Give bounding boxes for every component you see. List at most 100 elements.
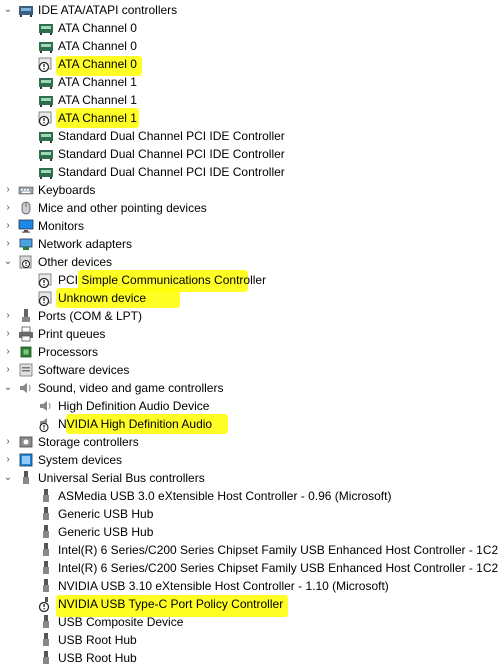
category-label: Ports (COM & LPT) — [38, 309, 143, 323]
device-label: USB Root Hub — [58, 633, 137, 647]
chevron-right-icon[interactable]: › — [3, 343, 13, 361]
device-row[interactable]: Standard Dual Channel PCI IDE Controller — [0, 163, 498, 181]
device-label: ATA Channel 0 — [58, 57, 137, 71]
chevron-down-icon[interactable]: ⌄ — [3, 469, 13, 487]
category-ports[interactable]: › Ports (COM & LPT) — [0, 307, 498, 325]
chevron-down-icon[interactable]: ⌄ — [3, 253, 13, 271]
category-print-queues[interactable]: › Print queues — [0, 325, 498, 343]
device-row[interactable]: Generic USB Hub — [0, 523, 498, 541]
category-monitors[interactable]: › Monitors — [0, 217, 498, 235]
chevron-right-icon[interactable]: › — [3, 325, 13, 343]
category-label: Software devices — [38, 363, 130, 377]
chevron-right-icon[interactable]: › — [3, 433, 13, 451]
device-row[interactable]: NVIDIA High Definition Audio — [0, 415, 498, 433]
ide-channel-icon — [38, 74, 54, 90]
ide-channel-icon — [38, 164, 54, 180]
device-manager-tree: ⌄ IDE ATA/ATAPI controllers ATA Channel … — [0, 0, 498, 665]
usb-icon — [38, 560, 54, 576]
category-label: Other devices — [38, 255, 113, 269]
device-label: Unknown device — [58, 291, 147, 305]
ide-channel-icon — [38, 92, 54, 108]
category-label: Monitors — [38, 219, 85, 233]
usb-icon — [38, 650, 54, 666]
chevron-right-icon[interactable]: › — [3, 199, 13, 217]
device-label: USB Root Hub — [58, 651, 137, 665]
chevron-right-icon[interactable]: › — [3, 307, 13, 325]
usb-icon — [38, 524, 54, 540]
device-label: Generic USB Hub — [58, 507, 154, 521]
printer-icon — [18, 326, 34, 342]
device-row[interactable]: USB Root Hub — [0, 631, 498, 649]
storage-controller-icon — [18, 434, 34, 450]
speaker-icon — [38, 398, 54, 414]
speaker-warning-icon — [38, 416, 54, 432]
device-row[interactable]: ATA Channel 0 — [0, 55, 498, 73]
software-device-icon — [18, 362, 34, 378]
chevron-right-icon[interactable]: › — [3, 217, 13, 235]
device-label: ATA Channel 1 — [58, 93, 137, 107]
category-processors[interactable]: › Processors — [0, 343, 498, 361]
device-label: Standard Dual Channel PCI IDE Controller — [58, 147, 285, 161]
network-adapter-icon — [18, 236, 34, 252]
device-label: ATA Channel 0 — [58, 39, 137, 53]
category-storage[interactable]: › Storage controllers — [0, 433, 498, 451]
category-system[interactable]: › System devices — [0, 451, 498, 469]
category-other-devices[interactable]: ⌄ Other devices — [0, 253, 498, 271]
port-icon — [18, 308, 34, 324]
device-label: NVIDIA High Definition Audio — [58, 417, 213, 431]
device-row[interactable]: Standard Dual Channel PCI IDE Controller — [0, 145, 498, 163]
device-row[interactable]: ASMedia USB 3.0 eXtensible Host Controll… — [0, 487, 498, 505]
device-row[interactable]: USB Composite Device — [0, 613, 498, 631]
unknown-device-warning-icon — [38, 290, 54, 306]
device-label: ASMedia USB 3.0 eXtensible Host Controll… — [58, 489, 392, 503]
ide-channel-icon — [38, 146, 54, 162]
device-label: PCI Simple Communications Controller — [58, 273, 267, 287]
usb-icon — [38, 614, 54, 630]
device-label: ATA Channel 1 — [58, 111, 137, 125]
device-row[interactable]: ATA Channel 1 — [0, 91, 498, 109]
device-row[interactable]: Standard Dual Channel PCI IDE Controller — [0, 127, 498, 145]
unknown-device-warning-icon — [38, 56, 54, 72]
device-row[interactable]: ATA Channel 1 — [0, 109, 498, 127]
ide-channel-icon — [38, 128, 54, 144]
device-row[interactable]: ATA Channel 0 — [0, 37, 498, 55]
device-row[interactable]: NVIDIA USB Type-C Port Policy Controller — [0, 595, 498, 613]
device-label: High Definition Audio Device — [58, 399, 210, 413]
device-label: Standard Dual Channel PCI IDE Controller — [58, 129, 285, 143]
category-mice[interactable]: › Mice and other pointing devices — [0, 199, 498, 217]
ide-channel-icon — [38, 38, 54, 54]
category-label: Universal Serial Bus controllers — [38, 471, 205, 485]
chevron-down-icon[interactable]: ⌄ — [3, 1, 13, 19]
device-row[interactable]: Intel(R) 6 Series/C200 Series Chipset Fa… — [0, 541, 498, 559]
category-label: Mice and other pointing devices — [38, 201, 207, 215]
device-row[interactable]: USB Root Hub — [0, 649, 498, 667]
category-software-devices[interactable]: › Software devices — [0, 361, 498, 379]
device-label: ATA Channel 0 — [58, 21, 137, 35]
category-sound[interactable]: ⌄ Sound, video and game controllers — [0, 379, 498, 397]
other-devices-icon — [18, 254, 34, 270]
device-row[interactable]: PCI Simple Communications Controller — [0, 271, 498, 289]
category-usb[interactable]: ⌄ Universal Serial Bus controllers — [0, 469, 498, 487]
chevron-right-icon[interactable]: › — [3, 451, 13, 469]
chevron-right-icon[interactable]: › — [3, 361, 13, 379]
device-row[interactable]: ATA Channel 0 — [0, 19, 498, 37]
chevron-right-icon[interactable]: › — [3, 181, 13, 199]
usb-warning-icon — [38, 596, 54, 612]
category-ide[interactable]: ⌄ IDE ATA/ATAPI controllers — [0, 1, 498, 19]
category-network[interactable]: › Network adapters — [0, 235, 498, 253]
device-label: Standard Dual Channel PCI IDE Controller — [58, 165, 285, 179]
chevron-right-icon[interactable]: › — [3, 235, 13, 253]
device-row[interactable]: Intel(R) 6 Series/C200 Series Chipset Fa… — [0, 559, 498, 577]
speaker-icon — [18, 380, 34, 396]
device-row[interactable]: ATA Channel 1 — [0, 73, 498, 91]
device-row[interactable]: Unknown device — [0, 289, 498, 307]
chevron-down-icon[interactable]: ⌄ — [3, 379, 13, 397]
category-label: Sound, video and game controllers — [38, 381, 224, 395]
device-row[interactable]: NVIDIA USB 3.10 eXtensible Host Controll… — [0, 577, 498, 595]
category-label: Network adapters — [38, 237, 133, 251]
device-row[interactable]: Generic USB Hub — [0, 505, 498, 523]
device-row[interactable]: High Definition Audio Device — [0, 397, 498, 415]
device-label: USB Composite Device — [58, 615, 184, 629]
ide-controller-icon — [18, 2, 34, 18]
category-keyboards[interactable]: › Keyboards — [0, 181, 498, 199]
